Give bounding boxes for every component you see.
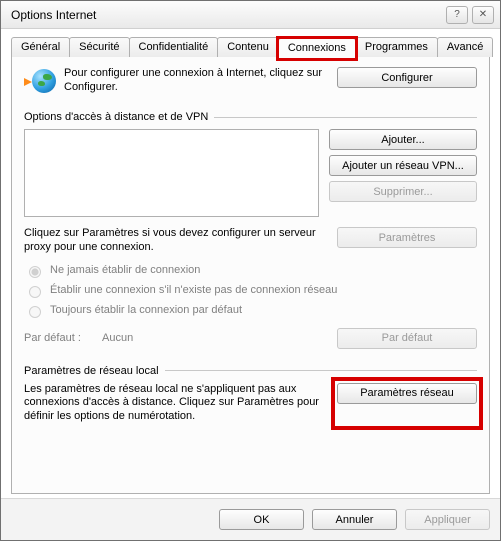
remove-button: Supprimer...: [329, 181, 477, 202]
globe-arrow-icon: [24, 67, 56, 99]
help-button[interactable]: ?: [446, 6, 468, 24]
internet-options-dialog: Options Internet ? ✕ Général Sécurité Co…: [0, 0, 501, 541]
tab-strip: Général Sécurité Confidentialité Contenu…: [11, 37, 490, 57]
default-label: Par défaut :: [24, 332, 102, 344]
lan-header: Paramètres de réseau local: [24, 365, 477, 377]
ok-button[interactable]: OK: [219, 509, 304, 530]
radio-always-dial: Toujours établir la connexion par défaut: [24, 303, 477, 318]
tab-connections[interactable]: Connexions: [278, 38, 356, 58]
dialup-vpn-header: Options d'accès à distance et de VPN: [24, 111, 477, 123]
default-connection-row: Par défaut : Aucun Par défaut: [24, 328, 477, 349]
dial-mode-radios: Ne jamais établir de connexion Établir u…: [24, 263, 477, 318]
connection-settings-button: Paramètres: [337, 227, 477, 248]
add-button[interactable]: Ajouter...: [329, 129, 477, 150]
radio-dial-if-none: Établir une connexion s'il n'existe pas …: [24, 283, 477, 298]
radio-always-dial-input: [29, 306, 41, 318]
lan-settings-highlight: Paramètres réseau: [337, 383, 477, 424]
lan-row: Les paramètres de réseau local ne s'appl…: [24, 383, 477, 424]
connections-buttons: Ajouter... Ajouter un réseau VPN... Supp…: [329, 129, 477, 217]
lan-settings-button[interactable]: Paramètres réseau: [337, 383, 477, 404]
dialup-vpn-row: Ajouter... Ajouter un réseau VPN... Supp…: [24, 129, 477, 217]
window-title: Options Internet: [7, 8, 442, 22]
tab-content[interactable]: Contenu: [217, 37, 279, 57]
content-area: Général Sécurité Confidentialité Contenu…: [1, 29, 500, 498]
cancel-button[interactable]: Annuler: [312, 509, 397, 530]
dialog-footer: OK Annuler Appliquer: [1, 498, 500, 540]
titlebar: Options Internet ? ✕: [1, 1, 500, 29]
setup-text: Pour configurer une connexion à Internet…: [64, 67, 337, 95]
connections-panel: Pour configurer une connexion à Internet…: [11, 56, 490, 494]
lan-text: Les paramètres de réseau local ne s'appl…: [24, 383, 337, 424]
tab-security[interactable]: Sécurité: [69, 37, 129, 57]
default-value: Aucun: [102, 332, 337, 344]
tab-advanced[interactable]: Avancé: [437, 37, 494, 57]
radio-never-dial-input: [29, 266, 41, 278]
apply-button: Appliquer: [405, 509, 490, 530]
connections-listbox[interactable]: [24, 129, 319, 217]
close-button[interactable]: ✕: [472, 6, 494, 24]
configure-button[interactable]: Configurer: [337, 67, 477, 88]
add-vpn-button[interactable]: Ajouter un réseau VPN...: [329, 155, 477, 176]
radio-never-dial: Ne jamais établir de connexion: [24, 263, 477, 278]
radio-dial-if-none-input: [29, 286, 41, 298]
tab-privacy[interactable]: Confidentialité: [129, 37, 219, 57]
setup-row: Pour configurer une connexion à Internet…: [24, 67, 477, 99]
tab-programs[interactable]: Programmes: [355, 37, 438, 57]
tab-general[interactable]: Général: [11, 37, 70, 57]
set-default-button: Par défaut: [337, 328, 477, 349]
proxy-text: Cliquez sur Paramètres si vous devez con…: [24, 227, 337, 255]
proxy-row: Cliquez sur Paramètres si vous devez con…: [24, 227, 477, 255]
